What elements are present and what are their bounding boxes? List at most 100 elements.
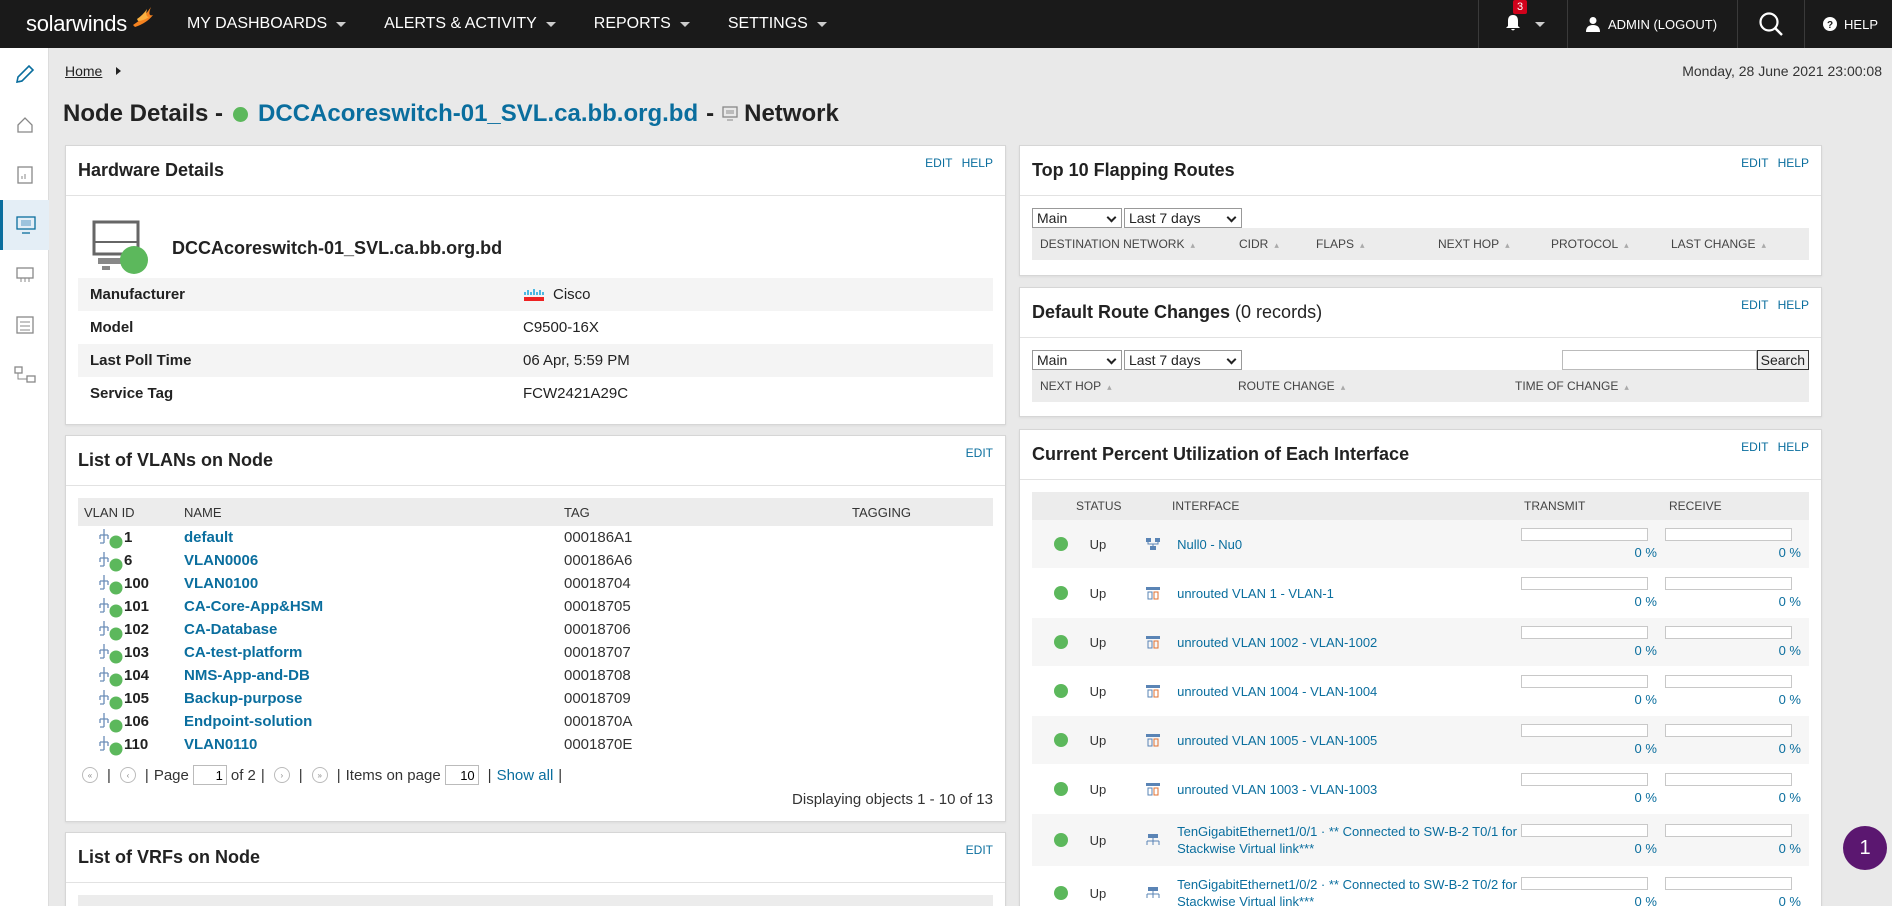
- column-header[interactable]: CIDR ▴: [1239, 237, 1316, 251]
- edit-link[interactable]: EDIT: [1741, 298, 1768, 312]
- vlan-name-link[interactable]: VLAN0006: [184, 552, 258, 569]
- network-view-icon: [722, 106, 738, 121]
- vlan-name-link[interactable]: CA-Core-App&HSM: [184, 598, 323, 615]
- interface-name-link[interactable]: Null0 - Nu0: [1171, 536, 1521, 553]
- chevron-down-icon: [1226, 354, 1237, 365]
- vlan-name-link[interactable]: VLAN0100: [184, 575, 258, 592]
- notifications-button[interactable]: 3: [1477, 0, 1567, 48]
- floating-counter-button[interactable]: 1: [1843, 826, 1887, 870]
- node-name-link[interactable]: DCCAcoreswitch-01_SVL.ca.bb.org.bd: [258, 100, 698, 128]
- breadcrumb-home-link[interactable]: Home: [65, 63, 102, 79]
- rail-reports[interactable]: [0, 150, 49, 200]
- column-header[interactable]: NEXT HOP ▴: [1438, 237, 1551, 251]
- table-row: Up unrouted VLAN 1002 - VLAN-1002 0 % 0 …: [1032, 618, 1809, 667]
- interface-name-link[interactable]: unrouted VLAN 1005 - VLAN-1005: [1171, 732, 1521, 749]
- column-header[interactable]: VLAN ID: [78, 505, 184, 520]
- main-nav: MY DASHBOARDS ALERTS & ACTIVITY REPORTS …: [187, 15, 865, 33]
- column-header[interactable]: LAST CHANGE ▴: [1671, 237, 1766, 251]
- time-range-select[interactable]: Last 7 days: [1124, 208, 1242, 228]
- edit-link[interactable]: EDIT: [966, 446, 993, 460]
- rail-inventory[interactable]: [0, 300, 49, 350]
- edit-link[interactable]: EDIT: [1741, 440, 1768, 454]
- receive-bar: 0 %: [1664, 824, 1809, 856]
- last-page-icon[interactable]: »: [311, 767, 328, 783]
- first-page-icon[interactable]: «: [82, 767, 98, 783]
- notification-count-badge: 3: [1512, 0, 1528, 14]
- column-header[interactable]: INTERFACE: [1172, 499, 1524, 513]
- items-per-page-input[interactable]: [444, 765, 479, 785]
- page-number-input[interactable]: [192, 765, 227, 785]
- column-header[interactable]: FLAPS ▴: [1316, 237, 1438, 251]
- vlan-name-link[interactable]: default: [184, 529, 233, 546]
- interface-name-link[interactable]: unrouted VLAN 1004 - VLAN-1004: [1171, 683, 1521, 700]
- column-header[interactable]: TAGGING: [852, 505, 911, 520]
- help-link[interactable]: HELP: [962, 156, 993, 170]
- vlan-name-link[interactable]: Backup-purpose: [184, 690, 302, 707]
- vrf-select[interactable]: Main: [1032, 350, 1122, 370]
- panel-header: Default Route Changes (0 records) EDIT H…: [1020, 288, 1821, 338]
- rail-topology[interactable]: [0, 350, 49, 400]
- help-link[interactable]: HELP: [1778, 298, 1809, 312]
- search-button[interactable]: [1737, 0, 1804, 48]
- nav-reports[interactable]: REPORTS: [594, 15, 708, 33]
- table-row: 6 VLAN0006 000186A6: [78, 549, 993, 572]
- utilization-table-header: STATUS INTERFACE TRANSMIT RECEIVE: [1032, 492, 1809, 520]
- search-input[interactable]: [1561, 350, 1757, 370]
- vlan-name-link[interactable]: CA-test-platform: [184, 644, 302, 661]
- receive-bar: 0 %: [1664, 773, 1809, 805]
- interface-name-link[interactable]: unrouted VLAN 1002 - VLAN-1002: [1171, 634, 1521, 651]
- flapping-routes-panel: Top 10 Flapping Routes EDIT HELP Main La…: [1019, 145, 1822, 276]
- prev-page-icon[interactable]: ‹: [119, 767, 136, 783]
- nav-alerts-activity[interactable]: ALERTS & ACTIVITY: [384, 15, 574, 33]
- edit-link[interactable]: EDIT: [1741, 156, 1768, 170]
- column-header[interactable]: TRANSMIT: [1524, 499, 1669, 513]
- hardware-details-panel: Hardware Details EDIT HELP DCCAcoreswitc…: [65, 145, 1006, 425]
- help-link[interactable]: HELP: [1778, 156, 1809, 170]
- help-button[interactable]: ? HELP: [1804, 0, 1892, 48]
- search-button[interactable]: Search: [1756, 350, 1809, 370]
- monitor-icon: [16, 216, 36, 234]
- chevron-down-icon: [679, 21, 690, 27]
- vlan-name-link[interactable]: NMS-App-and-DB: [184, 667, 310, 684]
- edit-pencil-button[interactable]: [0, 48, 49, 100]
- vlan-name-link[interactable]: Endpoint-solution: [184, 713, 312, 730]
- show-all-link[interactable]: Show all: [497, 767, 554, 784]
- rail-interfaces[interactable]: [0, 250, 49, 300]
- vlan-name-link[interactable]: VLAN0110: [184, 736, 257, 753]
- rail-home[interactable]: [0, 100, 49, 150]
- interface-name-link[interactable]: unrouted VLAN 1 - VLAN-1: [1171, 585, 1521, 602]
- interface-name-link[interactable]: TenGigabitEthernet1/0/2 · ** Connected t…: [1171, 876, 1521, 906]
- help-link[interactable]: HELP: [1778, 440, 1809, 454]
- table-row: Up unrouted VLAN 1003 - VLAN-1003 0 % 0 …: [1032, 765, 1809, 814]
- rail-node-details[interactable]: [0, 200, 49, 250]
- panel-header: Current Percent Utilization of Each Inte…: [1020, 430, 1821, 480]
- nav-my-dashboards[interactable]: MY DASHBOARDS: [187, 15, 364, 33]
- panel-links: EDIT HELP: [1735, 440, 1809, 454]
- vlan-name-link[interactable]: CA-Database: [184, 621, 277, 638]
- nav-settings[interactable]: SETTINGS: [728, 15, 845, 33]
- vlan-table-header: VLAN ID NAME TAG TAGGING: [78, 498, 993, 526]
- column-header[interactable]: DESTINATION NETWORK ▴: [1032, 237, 1239, 251]
- topology-icon: [13, 366, 36, 383]
- edit-link[interactable]: EDIT: [966, 843, 993, 857]
- column-header[interactable]: STATUS: [1032, 499, 1172, 513]
- column-header[interactable]: TIME OF CHANGE ▴: [1515, 379, 1629, 393]
- interface-name-link[interactable]: TenGigabitEthernet1/0/1 · ** Connected t…: [1171, 823, 1521, 857]
- vrf-select[interactable]: Main: [1032, 208, 1122, 228]
- column-header[interactable]: TAG: [564, 505, 852, 520]
- vrf-table-header: [78, 895, 993, 906]
- column-header[interactable]: NEXT HOP ▴: [1032, 379, 1238, 393]
- user-logout-button[interactable]: ADMIN (LOGOUT): [1566, 0, 1737, 48]
- solarwinds-logo[interactable]: solarwinds: [26, 7, 155, 37]
- table-row: Up TenGigabitEthernet1/0/1 · ** Connecte…: [1032, 814, 1809, 867]
- next-page-icon[interactable]: ›: [273, 767, 290, 783]
- time-range-select[interactable]: Last 7 days: [1124, 350, 1242, 370]
- column-header[interactable]: NAME: [184, 505, 564, 520]
- column-header[interactable]: ROUTE CHANGE ▴: [1238, 379, 1515, 393]
- receive-bar: 0 %: [1664, 675, 1809, 707]
- column-header[interactable]: PROTOCOL ▴: [1551, 237, 1671, 251]
- interface-name-link[interactable]: unrouted VLAN 1003 - VLAN-1003: [1171, 781, 1521, 798]
- panel-links: EDIT: [960, 446, 993, 460]
- column-header[interactable]: RECEIVE: [1669, 499, 1722, 513]
- edit-link[interactable]: EDIT: [925, 156, 952, 170]
